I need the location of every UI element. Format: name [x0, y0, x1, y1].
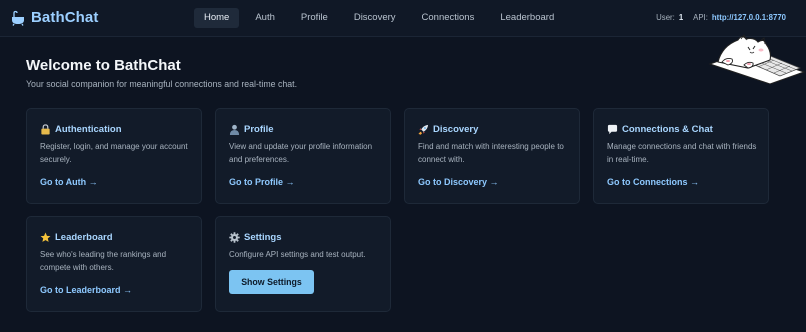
- nav-connections[interactable]: Connections: [412, 8, 485, 28]
- star-icon: [40, 232, 51, 242]
- user-label: User:: [656, 13, 675, 22]
- settings-card-title: Settings: [244, 232, 282, 243]
- auth-card-desc: Register, login, and manage your account…: [40, 142, 188, 164]
- page-subtitle: Your social companion for meaningful con…: [26, 79, 298, 89]
- connections-card-desc: Manage connections and chat with friends…: [607, 142, 757, 164]
- auth-card: Authentication Register, login, and mana…: [26, 108, 202, 204]
- settings-card: Settings Configure API settings and test…: [215, 216, 391, 312]
- nav-leaderboard[interactable]: Leaderboard: [490, 8, 564, 28]
- speech-bubble-icon: [607, 124, 618, 135]
- nav-discovery[interactable]: Discovery: [344, 8, 406, 28]
- app-name: BathChat: [31, 9, 99, 26]
- go-to-profile-link[interactable]: Go to Profile →: [229, 177, 295, 187]
- profile-card-desc: View and update your profile information…: [229, 142, 373, 164]
- api-url: http://127.0.0.1:8770: [711, 13, 786, 22]
- bathtub-icon: [12, 10, 24, 26]
- profile-card: Profile View and update your profile inf…: [215, 108, 391, 204]
- discovery-card-desc: Find and match with interesting people t…: [418, 142, 564, 164]
- go-to-auth-link[interactable]: Go to Auth →: [40, 177, 98, 187]
- page-title: Welcome to BathChat: [26, 57, 181, 74]
- connections-card: Connections & Chat Manage connections an…: [593, 108, 769, 204]
- go-to-leaderboard-link[interactable]: Go to Leaderboard →: [40, 285, 132, 295]
- user-id: 1: [678, 13, 684, 22]
- nav-auth[interactable]: Auth: [245, 8, 285, 28]
- connections-card-title: Connections & Chat: [622, 124, 713, 135]
- top-bar: BathChat Home Auth Profile Discovery Con…: [0, 0, 806, 37]
- profile-card-title: Profile: [244, 124, 274, 135]
- api-label: API:: [693, 13, 708, 22]
- discovery-card-title: Discovery: [433, 124, 479, 135]
- brand[interactable]: BathChat: [10, 9, 98, 26]
- user-icon: [229, 124, 240, 135]
- go-to-discovery-link[interactable]: Go to Discovery →: [418, 177, 499, 187]
- discovery-card: Discovery Find and match with interestin…: [404, 108, 580, 204]
- leaderboard-card: Leaderboard See who's leading the rankin…: [26, 216, 202, 312]
- session-info: User: 1 API: http://127.0.0.1:8770: [656, 13, 786, 22]
- lock-icon: [41, 124, 50, 135]
- show-settings-button[interactable]: Show Settings: [229, 270, 314, 294]
- nav-home[interactable]: Home: [194, 8, 240, 28]
- nav-profile[interactable]: Profile: [291, 8, 338, 28]
- gear-icon: [229, 232, 240, 243]
- main-nav: Home Auth Profile Discovery Connections …: [194, 8, 570, 28]
- rocket-icon: [418, 124, 429, 135]
- leaderboard-card-title: Leaderboard: [55, 232, 113, 243]
- auth-card-title: Authentication: [55, 124, 122, 135]
- leaderboard-card-desc: See who's leading the rankings and compe…: [40, 250, 167, 272]
- bongo-cat-illustration: [708, 34, 806, 84]
- settings-card-desc: Configure API settings and test output.: [229, 250, 366, 259]
- go-to-connections-link[interactable]: Go to Connections →: [607, 177, 699, 187]
